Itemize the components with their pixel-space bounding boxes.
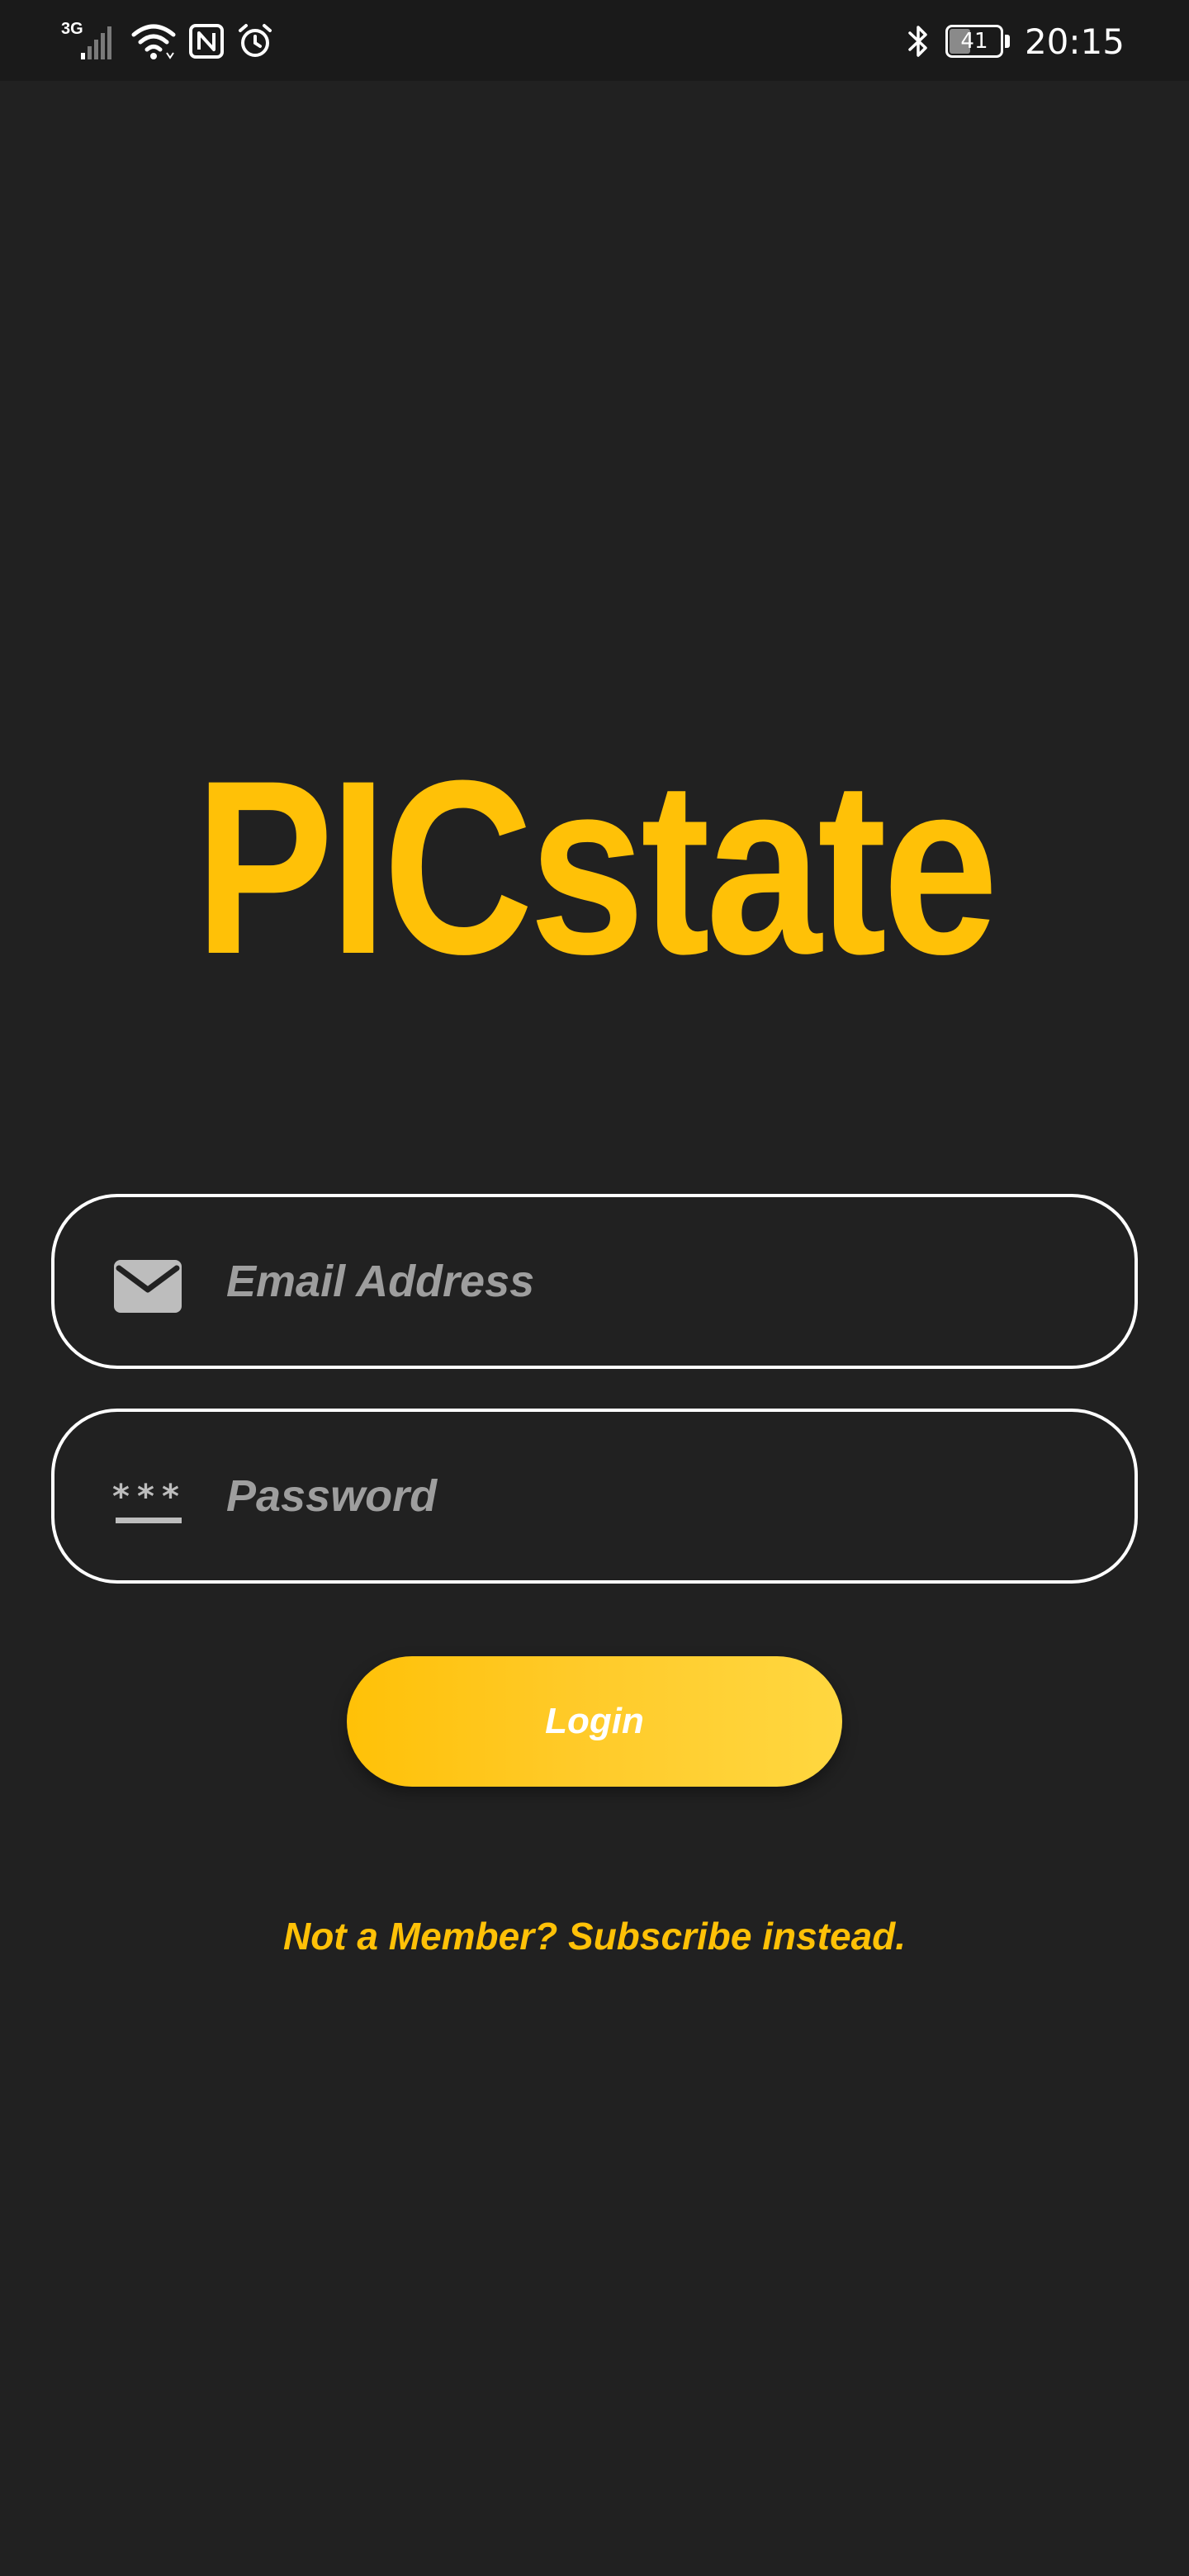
password-field[interactable]: * * *	[51, 1409, 1138, 1584]
mail-icon	[114, 1260, 182, 1313]
svg-text:*: *	[137, 1478, 154, 1516]
signal-indicator: 3G	[59, 20, 119, 63]
status-bar: 3G 41 20:15	[0, 0, 1189, 81]
password-icon: * * *	[112, 1478, 182, 1523]
password-input[interactable]	[226, 1445, 1085, 1547]
status-left-icons: 3G	[59, 18, 274, 64]
email-field[interactable]	[51, 1194, 1138, 1369]
app-logo: PICstate	[194, 728, 998, 1006]
svg-text:*: *	[112, 1478, 130, 1516]
bluetooth-icon	[908, 26, 927, 57]
status-clock: 20:15	[1024, 21, 1125, 62]
svg-text:*: *	[162, 1478, 179, 1516]
login-screen: 3G 41 20:15 PICstate Email Address * * *…	[0, 0, 1189, 2576]
subscribe-link[interactable]: Not a Member? Subscribe instead.	[0, 1914, 1189, 1958]
email-input[interactable]	[226, 1230, 1085, 1333]
nfc-icon	[189, 24, 224, 59]
wifi-icon	[131, 24, 176, 59]
battery-icon: 41	[945, 25, 1010, 58]
battery-level: 41	[960, 29, 988, 54]
signal-icon	[81, 26, 111, 59]
status-right-icons: 41 20:15	[906, 18, 1125, 64]
battery-nub	[1004, 35, 1010, 48]
alarm-icon	[239, 24, 272, 57]
login-button[interactable]: Login	[347, 1656, 842, 1787]
